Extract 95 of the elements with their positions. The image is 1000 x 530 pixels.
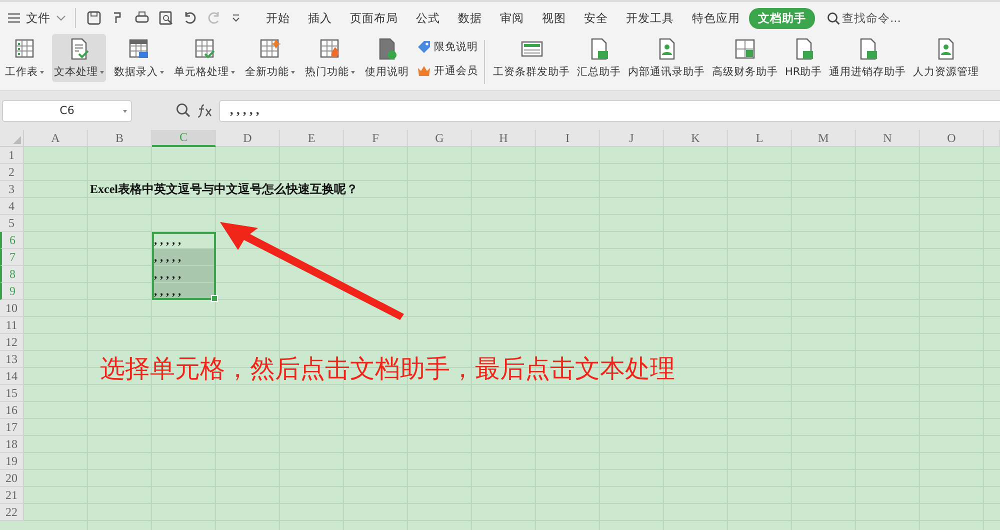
cell-text: , , , , , [153, 233, 181, 248]
helper-tool-button[interactable]: 工资条群发助手 [491, 34, 572, 82]
ribbon-tab[interactable]: 公式 [407, 8, 449, 28]
ribbon-tab[interactable]: 视图 [533, 8, 575, 28]
column-header[interactable]: H [472, 130, 536, 147]
row-header[interactable]: 1 [0, 147, 24, 164]
column-header[interactable]: O [920, 130, 984, 147]
row-header[interactable]: 6 [0, 232, 24, 249]
ribbon-link[interactable]: 限免说明 [417, 40, 478, 54]
column-header[interactable]: A [24, 130, 88, 147]
selected-cell[interactable] [152, 266, 216, 283]
row-header[interactable]: 7 [0, 249, 24, 266]
table-icon [14, 38, 36, 60]
row-header[interactable]: 22 [0, 504, 24, 521]
column-header[interactable]: N [856, 130, 920, 147]
row-header[interactable]: 13 [0, 351, 24, 368]
table-check-icon [194, 38, 216, 60]
cell-text: Excel表格中英文逗号与中文逗号怎么快速互换呢？ [89, 182, 358, 197]
helper-tool-button[interactable]: 高级财务助手 [710, 34, 780, 82]
row-header[interactable]: 18 [0, 436, 24, 453]
cell-text: , , , , , [153, 284, 181, 299]
ribbon-link[interactable]: 开通会员 [417, 64, 478, 78]
column-header[interactable]: M [792, 130, 856, 147]
column-header[interactable]: G [408, 130, 472, 147]
column-header[interactable]: J [600, 130, 664, 147]
caret-icon [123, 110, 127, 112]
file-menu[interactable]: 文件 [26, 10, 50, 26]
column-header[interactable]: I [536, 130, 600, 147]
undo-icon[interactable] [183, 11, 197, 25]
fill-handle[interactable] [211, 295, 218, 302]
ribbon-tab[interactable]: 数据 [449, 8, 491, 28]
helper-tool-button[interactable]: 通用进销存助手 [827, 34, 908, 82]
row-header[interactable]: 5 [0, 215, 24, 232]
ribbon-tab[interactable]: 文档助手 [749, 8, 815, 28]
chevron-down-icon[interactable] [56, 15, 66, 21]
helper-tool-button[interactable]: 汇总助手 [575, 34, 623, 82]
ribbon-tab[interactable]: 特色应用 [683, 8, 749, 28]
zoom-icon[interactable] [176, 103, 191, 118]
ribbon-tool-button[interactable]: 文本处理 [52, 34, 106, 82]
column-header[interactable]: K [664, 130, 728, 147]
column-header[interactable]: D [216, 130, 280, 147]
crown-icon [417, 65, 431, 77]
row-header[interactable]: 4 [0, 198, 24, 215]
search-command[interactable]: 查找命令... [827, 10, 901, 26]
triangle-icon [13, 136, 21, 144]
ribbon-tool-button[interactable]: 使用说明 [363, 34, 411, 82]
print-icon[interactable] [135, 11, 149, 25]
table-sparkle-icon [259, 38, 281, 60]
helper-tool-button[interactable]: 人力资源管理 [911, 34, 982, 82]
ribbon-tool-button[interactable]: 数据录入 [112, 34, 166, 82]
helper-tool-button[interactable]: 内部通讯录助手 [626, 34, 707, 82]
formula-field[interactable]: , , , , , [219, 100, 1000, 122]
ribbon-tab[interactable]: 审阅 [491, 8, 533, 28]
menu-icon[interactable] [8, 13, 20, 23]
helper-tool-button[interactable]: HR助手 [783, 34, 824, 82]
row-header[interactable]: 20 [0, 470, 24, 487]
ribbon-tool-button[interactable]: 工作表 [3, 34, 46, 82]
ribbon-tool-button[interactable]: 热门功能 [303, 34, 357, 82]
ribbon-tab[interactable]: 页面布局 [341, 8, 407, 28]
selected-cell[interactable] [152, 249, 216, 266]
cell-text: , , , , , [153, 250, 181, 265]
row-header[interactable]: 14 [0, 368, 24, 385]
row-header[interactable]: 12 [0, 334, 24, 351]
row-header[interactable]: 15 [0, 385, 24, 402]
row-header[interactable]: 3 [0, 181, 24, 198]
ribbon-tool-button[interactable]: 全新功能 [243, 34, 297, 82]
row-header[interactable]: 11 [0, 317, 24, 334]
ribbon-tab[interactable]: 安全 [575, 8, 617, 28]
row-header[interactable]: 10 [0, 300, 24, 317]
column-header[interactable]: B [88, 130, 152, 147]
ribbon-tab[interactable]: 插入 [299, 8, 341, 28]
dropdown-icon[interactable] [231, 14, 241, 22]
ribbon-tab[interactable]: 开发工具 [617, 8, 683, 28]
row-header[interactable]: 9 [0, 283, 24, 300]
row-header[interactable]: 21 [0, 487, 24, 504]
column-header[interactable]: F [344, 130, 408, 147]
save-icon[interactable] [87, 11, 101, 25]
search-icon [827, 12, 840, 24]
print-preview-icon[interactable] [159, 11, 173, 25]
row-header[interactable]: 19 [0, 453, 24, 470]
function-icon[interactable] [197, 104, 213, 118]
ribbon-tab[interactable]: 开始 [257, 8, 299, 28]
tag-icon [417, 40, 431, 54]
name-box[interactable]: C6 [2, 100, 132, 122]
column-header[interactable]: E [280, 130, 344, 147]
table-flame-icon [319, 38, 341, 60]
row-header[interactable]: 8 [0, 266, 24, 283]
row-header[interactable]: 16 [0, 402, 24, 419]
search-placeholder: 查找命令... [842, 10, 901, 26]
annotation-text: 选择单元格，然后点击文档助手，最后点击文本处理 [100, 353, 675, 385]
row-header[interactable]: 17 [0, 419, 24, 436]
cell-text: , , , , , [153, 267, 181, 282]
ribbon-tool-button[interactable]: 单元格处理 [172, 34, 237, 82]
row-header[interactable]: 2 [0, 164, 24, 181]
column-header[interactable]: L [728, 130, 792, 147]
